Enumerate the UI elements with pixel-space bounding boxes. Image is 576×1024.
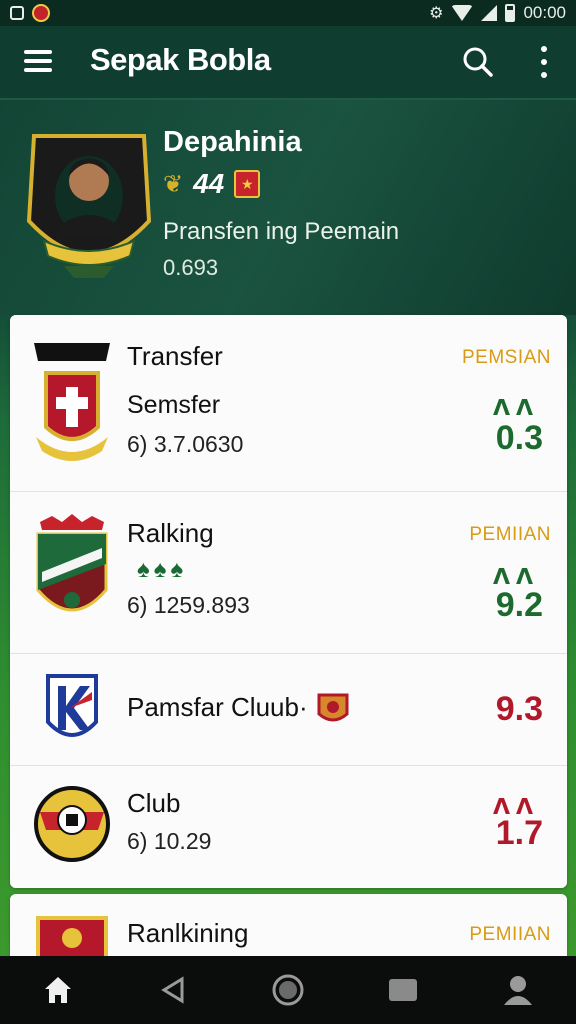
player-value: 0.693 (163, 255, 219, 280)
app-title: Sepak Bobla (90, 42, 271, 77)
status-badge: PEMIIAN (469, 524, 551, 545)
jersey-number: 44 (193, 168, 225, 199)
club-crest-icon (36, 514, 108, 612)
row-score: 0.3 (495, 419, 543, 457)
row-title: Pamsfar Cluub· (127, 692, 308, 722)
vibrate-icon: ⚙ (429, 5, 444, 22)
list-item[interactable]: Club 6) 10.29 ᐱᐱ 1.7 (10, 766, 567, 888)
search-icon[interactable] (462, 46, 494, 78)
status-badge: PEMIIAN (469, 924, 551, 945)
card-list: Transfer Semsfer 6) 3.7.0630 PEMSIAN ᐱᐱ … (10, 315, 567, 888)
list-item[interactable]: Pamsfar Cluub· 9.3 (10, 654, 567, 766)
list-item[interactable]: Transfer Semsfer 6) 3.7.0630 PEMSIAN ᐱᐱ … (10, 315, 567, 492)
rating-icons: ♠♠♠ (137, 556, 188, 583)
row-meta: 6) 10.29 (127, 828, 212, 854)
back-icon[interactable] (153, 970, 193, 1010)
profile-icon[interactable] (498, 970, 538, 1010)
club-crest-icon (46, 674, 98, 737)
player-subtitle: Pransfen ing Peemain (163, 218, 400, 245)
row-score: 9.2 (495, 586, 543, 624)
club-crest-icon (34, 343, 110, 461)
row-title: Ralking (127, 518, 214, 548)
status-time: 00:00 (523, 3, 566, 22)
bottom-nav (0, 956, 576, 1024)
row-score: 1.7 (495, 814, 543, 852)
laurel-icon: ❦ (163, 170, 184, 198)
app-notification-icon (32, 4, 50, 22)
status-bar: ⚙ 00:00 (0, 0, 576, 26)
player-name: Depahinia (163, 126, 302, 158)
notification-icon (10, 6, 24, 20)
flag-icon: ★ (234, 170, 261, 198)
row-score: 9.3 (495, 690, 543, 728)
signal-icon (481, 5, 498, 21)
home-icon[interactable] (38, 970, 78, 1010)
list-item[interactable]: Ranlkining PEMIIAN (10, 894, 567, 956)
row-title: Transfer (127, 341, 223, 371)
row-meta: 6) 3.7.0630 (127, 431, 244, 457)
wifi-icon (451, 5, 474, 21)
row-subtitle: Semsfer (127, 391, 221, 419)
row-title: Ranlkining (127, 918, 249, 948)
home-circle-icon[interactable] (268, 970, 308, 1010)
player-badges: ❦ 44 ★ (163, 168, 261, 200)
menu-icon[interactable] (24, 50, 52, 72)
player-badge[interactable] (24, 126, 154, 286)
card-list: Ranlkining PEMIIAN (10, 894, 567, 956)
recents-icon[interactable] (383, 970, 423, 1010)
status-badge: PEMSIAN (461, 347, 551, 368)
trend-icon: ᐱᐱ (492, 395, 539, 420)
club-crest-icon (34, 786, 110, 862)
battery-icon (505, 4, 516, 22)
row-meta: 6) 1259.893 (127, 592, 250, 618)
club-badge-icon (317, 693, 349, 722)
list-item[interactable]: Ralking ♠♠♠ 6) 1259.893 PEMIIAN ᐱᐱ 9.2 (10, 492, 567, 654)
profile-header: Depahinia ❦ 44 ★ Pransfen ing Peemain 0.… (0, 100, 576, 315)
club-crest-icon (36, 916, 108, 956)
app-bar: Sepak Bobla (0, 26, 576, 100)
row-title: Club (127, 788, 181, 818)
more-options-icon[interactable] (538, 46, 550, 78)
